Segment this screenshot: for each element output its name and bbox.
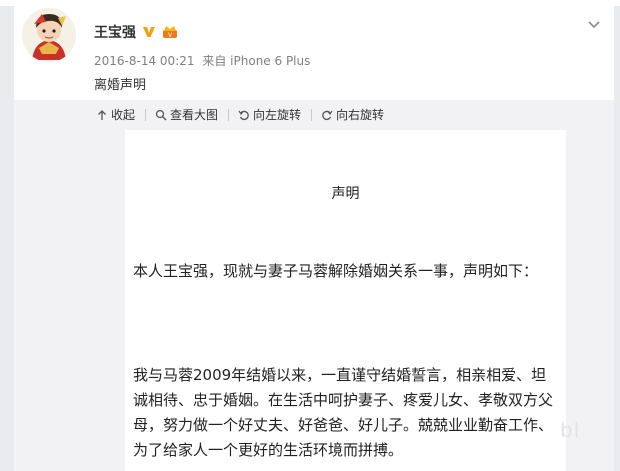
rotate-right-icon: [322, 110, 333, 120]
collapse-button[interactable]: 收起: [96, 106, 135, 123]
document-paragraph-1: 本人王宝强，现就与妻子马蓉解除婚姻关系一事，声明如下：: [133, 262, 539, 280]
rotate-right-button[interactable]: 向右旋转: [321, 106, 384, 123]
image-toolbar: 收起 查看大图 向左旋转 向右旋转: [14, 100, 614, 130]
collapse-icon: [98, 109, 106, 120]
magnifier-icon: [155, 109, 167, 120]
document-title: 声明: [331, 186, 360, 202]
toolbar-divider: [311, 109, 312, 121]
source-prefix: 来自: [202, 54, 227, 68]
rotate-left-button[interactable]: 向左旋转: [238, 106, 301, 123]
toolbar-divider: [228, 109, 229, 121]
vip-crown-icon[interactable]: V: [162, 25, 178, 39]
toolbar-divider: [145, 109, 146, 121]
verified-v-icon[interactable]: [142, 25, 156, 39]
avatar[interactable]: [22, 8, 76, 62]
view-large-label: 查看大图: [170, 108, 219, 122]
post-meta: 2016-8-14 00:21 来自 iPhone 6 Plus: [94, 52, 310, 69]
rotate-left-label: 向左旋转: [253, 108, 302, 122]
rotate-left-icon: [238, 110, 249, 120]
document-paragraph-2: 我与马蓉2009年结婚以来，一直谨守结婚誓言，相亲相爱、坦诚相待、忠于婚姻。在生…: [133, 366, 554, 459]
view-large-button[interactable]: 查看大图: [155, 106, 218, 123]
author-name[interactable]: 王宝强: [94, 22, 136, 42]
more-chevron-icon[interactable]: [584, 14, 604, 34]
statement-image[interactable]: 声明 本人王宝强，现就与妻子马蓉解除婚姻关系一事，声明如下： 我与马蓉2009年…: [125, 130, 566, 471]
post-text: 离婚声明: [94, 78, 147, 93]
watermark: bl: [560, 418, 581, 442]
source-device[interactable]: iPhone 6 Plus: [230, 54, 310, 68]
collapse-label: 收起: [111, 108, 136, 122]
author-row: 王宝强 V: [94, 22, 178, 42]
avatar-illustration: [22, 8, 76, 62]
post-date[interactable]: 2016-8-14 00:21: [94, 54, 195, 68]
rotate-right-label: 向右旋转: [336, 108, 385, 122]
